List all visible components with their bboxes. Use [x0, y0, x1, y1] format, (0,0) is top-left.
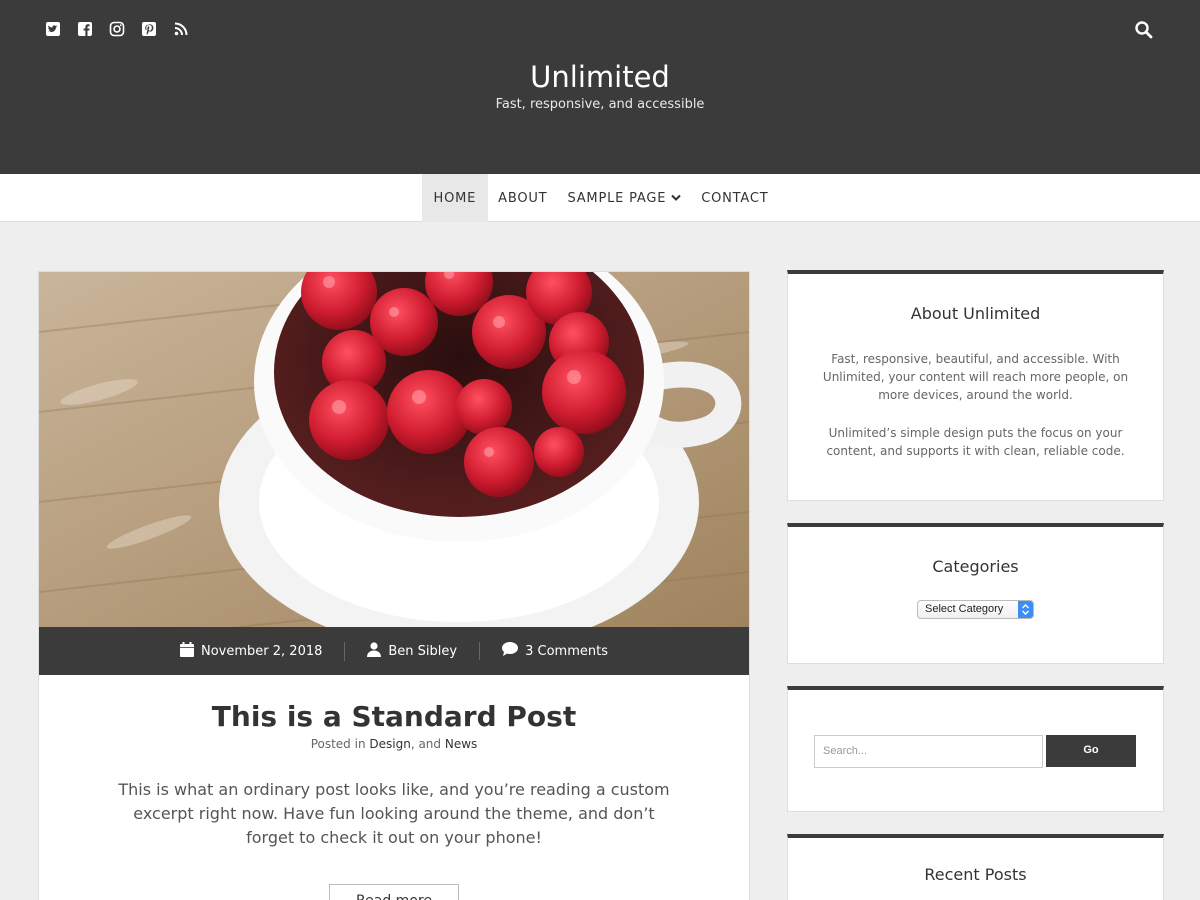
rss-icon[interactable]	[172, 20, 190, 38]
post-excerpt: This is what an ordinary post looks like…	[118, 780, 670, 847]
menu-item-contact[interactable]: CONTACT	[691, 174, 778, 222]
comment-icon	[502, 642, 519, 660]
category-link-design[interactable]: Design	[369, 737, 410, 751]
calendar-icon	[180, 641, 194, 661]
select-arrows-icon	[1018, 601, 1033, 618]
widget-title: About Unlimited	[910, 304, 1041, 323]
site-title[interactable]: Unlimited	[0, 60, 1200, 94]
menu-item-label: HOME	[433, 190, 477, 206]
user-icon	[367, 641, 382, 661]
primary-menu: HOME ABOUT SAMPLE PAGE CONTACT	[0, 174, 1200, 222]
site-header: Unlimited Fast, responsive, and accessib…	[0, 0, 1200, 174]
post-author[interactable]: Ben Sibley	[344, 641, 479, 661]
widget-search: Search... Go	[787, 686, 1164, 812]
posted-in-label: Posted in	[310, 737, 366, 751]
read-more-button[interactable]: Read more	[329, 884, 459, 900]
search-go-button[interactable]: Go	[1046, 735, 1136, 767]
post-comments[interactable]: 3 Comments	[479, 642, 630, 660]
menu-item-about[interactable]: ABOUT	[488, 174, 557, 222]
menu-item-sample-page[interactable]: SAMPLE PAGE	[557, 174, 691, 222]
chevron-down-icon[interactable]	[671, 191, 681, 206]
post-card: November 2, 2018 Ben Sibley 3 Comments T…	[38, 271, 750, 900]
widget-title: Categories	[932, 557, 1019, 576]
search-input[interactable]: Search...	[814, 735, 1043, 768]
post-date[interactable]: November 2, 2018	[158, 641, 344, 661]
category-separator: , and	[410, 737, 442, 751]
widget-text: Fast, responsive, beautiful, and accessi…	[822, 352, 1129, 402]
widget-title: Recent Posts	[924, 865, 1027, 884]
social-icons	[44, 20, 190, 38]
site-tagline: Fast, responsive, and accessible	[495, 97, 705, 112]
twitter-icon[interactable]	[44, 20, 62, 38]
menu-item-label: CONTACT	[701, 190, 769, 206]
post-title[interactable]: This is a Standard Post	[39, 700, 749, 733]
post-categories: Posted in Design, and News	[39, 737, 749, 751]
pinterest-icon[interactable]	[140, 20, 158, 38]
menu-item-label: ABOUT	[498, 190, 548, 206]
facebook-icon[interactable]	[76, 20, 94, 38]
menu-item-home[interactable]: HOME	[421, 174, 489, 222]
instagram-icon[interactable]	[108, 20, 126, 38]
widget-recent-posts: Recent Posts	[787, 834, 1164, 900]
post-date-text: November 2, 2018	[201, 643, 323, 659]
post-meta-bar: November 2, 2018 Ben Sibley 3 Comments	[39, 627, 749, 675]
widget-categories: Categories Select Category	[787, 523, 1164, 664]
category-link-news[interactable]: News	[445, 737, 477, 751]
featured-image[interactable]	[39, 272, 749, 627]
post-author-text: Ben Sibley	[388, 643, 458, 659]
widget-text: Unlimited’s simple design puts the focus…	[826, 426, 1125, 458]
category-select-value: Select Category	[925, 603, 1004, 615]
post-comments-text: 3 Comments	[525, 643, 608, 659]
menu-item-label: SAMPLE PAGE	[567, 190, 667, 206]
category-select[interactable]: Select Category	[917, 600, 1034, 619]
widget-about: About Unlimited Fast, responsive, beauti…	[787, 270, 1164, 501]
search-icon[interactable]	[1134, 20, 1154, 40]
